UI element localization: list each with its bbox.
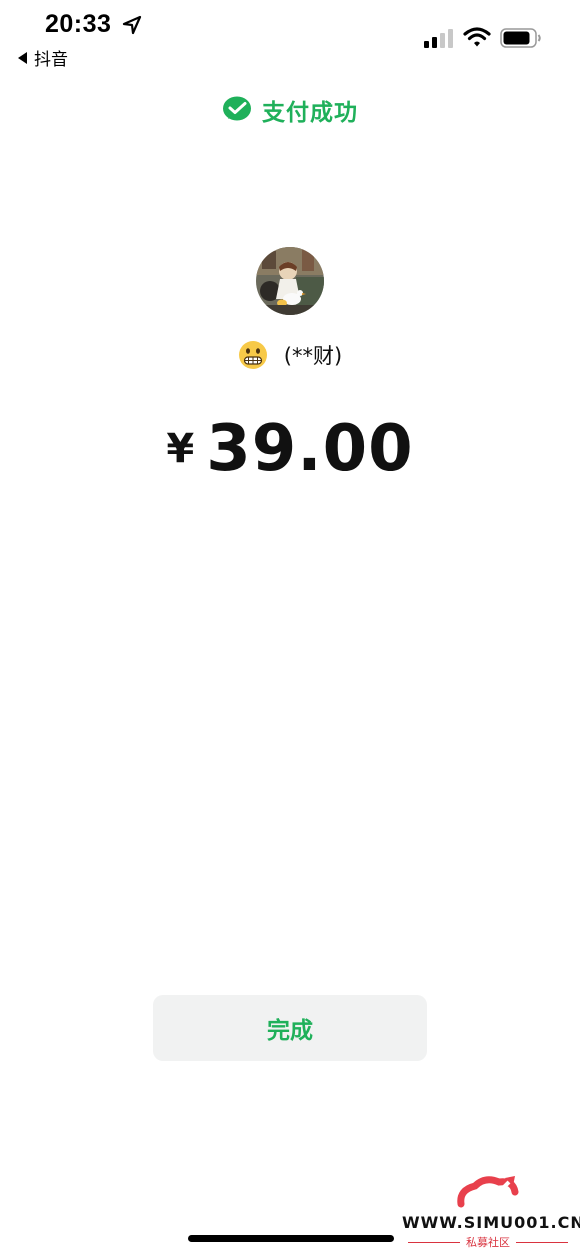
payee-info: (**财)	[0, 340, 580, 370]
done-button-label: 完成	[267, 1018, 313, 1044]
payee-avatar	[256, 247, 324, 315]
currency-symbol: ¥	[166, 426, 195, 472]
done-button[interactable]: 完成	[153, 995, 427, 1061]
watermark-url: WWW.SIMU001.CN	[402, 1213, 580, 1232]
back-arrow-icon	[18, 51, 27, 64]
back-to-app-link[interactable]: 抖音	[18, 45, 68, 70]
avatar-illustration	[256, 247, 324, 315]
cellular-signal-icon	[424, 29, 453, 48]
location-arrow-icon	[122, 15, 142, 35]
payee-name: (**财)	[283, 344, 343, 368]
watermark-logo-icon	[457, 1176, 519, 1208]
payment-success-header: 支付成功	[0, 93, 580, 127]
watermark-divider-right	[516, 1241, 568, 1243]
watermark-subtitle-text: 私募社区	[466, 1236, 510, 1249]
payment-success-title: 支付成功	[262, 100, 358, 126]
watermark-divider-left	[408, 1241, 460, 1243]
back-app-label: 抖音	[34, 50, 68, 70]
wifi-icon	[463, 27, 491, 47]
watermark-subtitle: 私募社区	[408, 1234, 568, 1250]
battery-icon	[500, 28, 541, 48]
amount-value: 39.00	[206, 412, 414, 486]
wechat-pay-check-icon	[223, 96, 251, 121]
status-time: 20:33	[45, 10, 112, 38]
grimacing-face-emoji-icon	[238, 341, 267, 369]
payment-amount: ¥ 39.00	[0, 412, 580, 486]
home-indicator[interactable]	[188, 1235, 394, 1242]
